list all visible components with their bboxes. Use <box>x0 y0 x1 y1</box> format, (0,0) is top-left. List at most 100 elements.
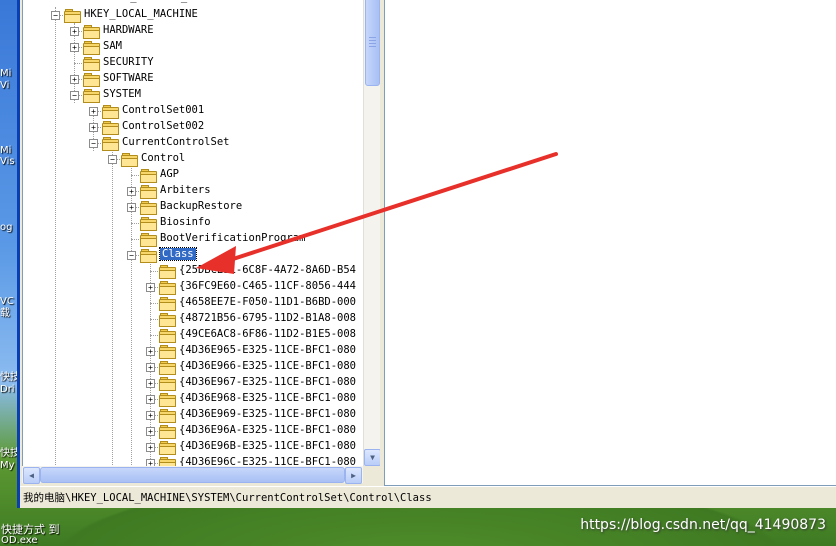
scrollbar-corner <box>363 466 380 483</box>
folder-icon <box>140 201 157 215</box>
expand-icon[interactable]: + <box>146 379 155 388</box>
collapse-icon[interactable]: − <box>108 155 117 164</box>
folder-icon <box>159 313 176 327</box>
tree-item-label: SAM <box>103 40 122 52</box>
tree-item-label: ControlSet002 <box>122 120 205 132</box>
folder-icon <box>159 377 176 391</box>
folder-icon <box>159 361 176 375</box>
tree-item-label: {4D36E968-E325-11CE-BFC1-080 <box>179 392 357 404</box>
tree-item-label: BackupRestore <box>160 200 243 212</box>
expand-icon[interactable]: + <box>127 203 136 212</box>
collapse-icon[interactable]: − <box>127 251 136 260</box>
expand-icon[interactable]: + <box>70 43 79 52</box>
expand-icon[interactable]: + <box>146 347 155 356</box>
desktop-icon-label[interactable]: Mi <box>0 145 11 156</box>
folder-icon <box>159 265 176 279</box>
folder-icon <box>83 25 100 39</box>
expand-icon[interactable]: + <box>89 107 98 116</box>
registry-tree-pane[interactable]: HKEY_CURRENT_USER − HKEY_LOCAL_MACHINE + HAR… <box>22 0 364 468</box>
folder-icon <box>159 441 176 455</box>
folder-open-icon <box>102 137 119 151</box>
tree-item-label: Control <box>141 152 186 164</box>
expand-icon[interactable]: + <box>146 427 155 436</box>
expand-icon[interactable]: + <box>127 187 136 196</box>
desktop-icon-label[interactable]: Vis <box>0 156 15 167</box>
scroll-down-arrow-icon[interactable]: ▼ <box>364 449 381 466</box>
folder-icon <box>159 345 176 359</box>
folder-icon <box>159 393 176 407</box>
status-path: 我的电脑\HKEY_LOCAL_MACHINE\SYSTEM\CurrentCo… <box>23 492 432 504</box>
tree-item-label: HARDWARE <box>103 24 154 36</box>
tree-item-label: {4D36E967-E325-11CE-BFC1-080 <box>179 376 357 388</box>
tree-item-label: SECURITY <box>103 56 154 68</box>
expand-icon[interactable]: + <box>70 75 79 84</box>
tree-item-label-selected: Class <box>159 247 197 261</box>
vertical-scroll-thumb[interactable] <box>365 0 380 86</box>
expand-icon[interactable]: + <box>89 123 98 132</box>
tree-item-label: SOFTWARE <box>103 72 154 84</box>
expand-icon[interactable]: + <box>146 363 155 372</box>
folder-open-icon <box>64 9 81 23</box>
tree-item-label: {4D36E966-E325-11CE-BFC1-080 <box>179 360 357 372</box>
folder-icon <box>140 217 157 231</box>
horizontal-scroll-thumb[interactable] <box>40 467 345 483</box>
tree-item-label: {4D36E96A-E325-11CE-BFC1-080 <box>179 424 357 436</box>
folder-icon <box>159 409 176 423</box>
desktop-shortcut-file[interactable]: OD.exe <box>1 535 38 546</box>
folder-icon <box>102 121 119 135</box>
collapse-icon[interactable]: − <box>89 139 98 148</box>
collapse-icon[interactable]: − <box>70 91 79 100</box>
tree-item-label: {25DBCE51-6C8F-4A72-8A6D-B54 <box>179 264 357 276</box>
folder-icon <box>140 169 157 183</box>
folder-icon <box>140 185 157 199</box>
scroll-left-arrow-icon[interactable]: ◀ <box>23 467 40 484</box>
tree-item-label: {4D36E96B-E325-11CE-BFC1-080 <box>179 440 357 452</box>
tree-horizontal-scrollbar[interactable]: ◀ ▶ <box>22 466 363 484</box>
desktop-icon-label[interactable]: VC <box>0 296 14 307</box>
folder-icon <box>159 425 176 439</box>
tree-item-label: HKEY_CURRENT_USER <box>105 0 212 3</box>
expand-icon[interactable]: + <box>146 411 155 420</box>
scroll-right-arrow-icon[interactable]: ▶ <box>345 467 362 484</box>
expand-icon[interactable]: + <box>146 283 155 292</box>
expand-icon[interactable]: + <box>146 395 155 404</box>
tree-item-label: ControlSet001 <box>122 104 205 116</box>
folder-icon <box>140 233 157 247</box>
folder-icon <box>102 105 119 119</box>
registry-editor-window: HKEY_CURRENT_USER − HKEY_LOCAL_MACHINE + HAR… <box>17 0 836 508</box>
folder-icon <box>159 329 176 343</box>
tree-item-label: Arbiters <box>160 184 211 196</box>
watermark-text: https://blog.csdn.net/qq_41490873 <box>580 517 826 533</box>
desktop-icon-label[interactable]: 载 <box>0 308 10 319</box>
desktop-icon-label[interactable]: My <box>0 460 15 471</box>
status-bar: 我的电脑\HKEY_LOCAL_MACHINE\SYSTEM\CurrentCo… <box>20 486 836 507</box>
tree-item-label: {4D36E969-E325-11CE-BFC1-080 <box>179 408 357 420</box>
folder-icon <box>83 41 100 55</box>
registry-values-pane[interactable] <box>384 0 836 486</box>
tree-item-label: {4D36E965-E325-11CE-BFC1-080 <box>179 344 357 356</box>
desktop-icon-label[interactable]: Mi <box>0 68 11 79</box>
expand-icon[interactable]: + <box>146 443 155 452</box>
collapse-icon[interactable]: − <box>51 11 60 20</box>
desktop-icon-label[interactable]: og <box>0 222 12 233</box>
tree-item-label: Biosinfo <box>160 216 211 228</box>
tree-item-label: SYSTEM <box>103 88 141 100</box>
tree-item-label: {4658EE7E-F050-11D1-B6BD-000 <box>179 296 357 308</box>
tree-item-label: {36FC9E60-C465-11CF-8056-444 <box>179 280 357 292</box>
tree-item-label: BootVerificationProgram <box>160 232 306 244</box>
tree-item-label: CurrentControlSet <box>122 136 230 148</box>
desktop-icon-label[interactable]: Dri <box>0 384 15 395</box>
tree-item-label: {49CE6AC8-6F86-11D2-B1E5-008 <box>179 328 357 340</box>
desktop-icon-label[interactable]: Vi <box>0 80 9 91</box>
folder-open-icon <box>140 249 157 263</box>
folder-icon <box>83 57 100 71</box>
tree-item-label: {48721B56-6795-11D2-B1A8-008 <box>179 312 357 324</box>
folder-icon <box>83 73 100 87</box>
folder-open-icon <box>121 153 138 167</box>
folder-open-icon <box>83 89 100 103</box>
tree-vertical-scrollbar[interactable]: ▼ <box>363 0 381 466</box>
folder-icon <box>159 281 176 295</box>
expand-icon[interactable]: + <box>70 27 79 36</box>
folder-icon <box>159 297 176 311</box>
tree-item-label: HKEY_LOCAL_MACHINE <box>84 8 198 20</box>
